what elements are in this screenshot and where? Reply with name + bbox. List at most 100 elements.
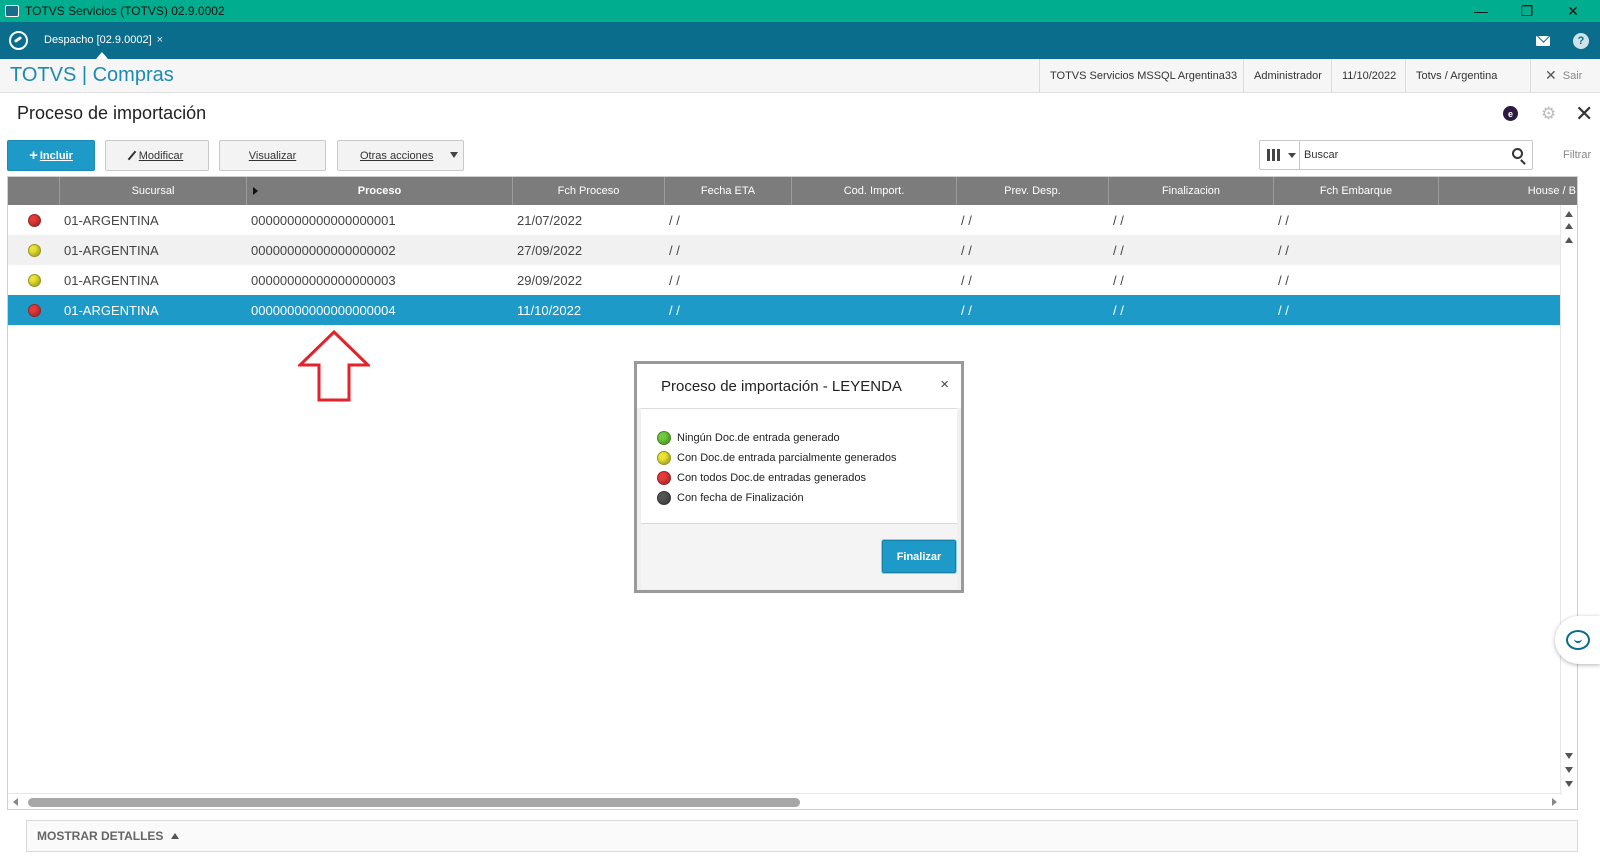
- incluir-button[interactable]: + Incluir: [7, 140, 95, 171]
- cell-status: [8, 265, 60, 295]
- chevron-down-icon: [1288, 152, 1296, 158]
- chat-widget[interactable]: [1555, 616, 1600, 664]
- environment-info[interactable]: TOTVS Servicios MSSQL Argentina33: [1039, 59, 1247, 92]
- cell-cod-import: [792, 205, 957, 235]
- col-header-cod-import[interactable]: Cod. Import.: [792, 177, 957, 205]
- col-header-proceso[interactable]: Proceso: [247, 177, 513, 205]
- date-info[interactable]: 11/10/2022: [1331, 59, 1406, 92]
- modificar-button[interactable]: Modificar: [105, 140, 209, 171]
- scroll-top-icon[interactable]: [1565, 211, 1573, 217]
- cell-status: [8, 295, 60, 325]
- mail-icon: [1536, 35, 1550, 46]
- search-input[interactable]: [1304, 145, 1504, 165]
- scroll-bottom-icon[interactable]: [1565, 781, 1573, 787]
- scroll-up-icon[interactable]: [1565, 223, 1573, 229]
- cell-sucursal: 01-ARGENTINA: [64, 302, 159, 318]
- cell-house: [1439, 265, 1577, 295]
- filtrar-link[interactable]: Filtrar: [1563, 149, 1591, 161]
- cell-fch-embarque: / /: [1278, 272, 1289, 288]
- cell-finalizacion: / /: [1113, 242, 1124, 258]
- mostrar-detalles-button[interactable]: MOSTRAR DETALLES: [26, 820, 1578, 852]
- red-status-icon: [27, 213, 41, 227]
- scroll-left-icon[interactable]: [13, 798, 18, 806]
- cell-sucursal: 01-ARGENTINA: [64, 242, 159, 258]
- col-header-sucursal[interactable]: Sucursal: [60, 177, 247, 205]
- close-page-icon[interactable]: ✕: [1575, 101, 1593, 127]
- scroll-page-up-icon[interactable]: [1565, 237, 1573, 243]
- cell-proceso: 00000000000000000002: [251, 242, 396, 258]
- tab-label: Despacho [02.9.0002]: [44, 33, 152, 46]
- e-badge-icon[interactable]: e: [1503, 106, 1518, 121]
- gray-status-icon: [657, 491, 671, 505]
- module-header: TOTVS | Compras TOTVS Servicios MSSQL Ar…: [0, 59, 1600, 93]
- window-title-bar: TOTVS Servicios (TOTVS) 02.9.0002 — ❐ ✕: [0, 0, 1600, 22]
- col-header-fecha-eta[interactable]: Fecha ETA: [665, 177, 792, 205]
- horizontal-scrollbar[interactable]: [8, 793, 1562, 809]
- cell-cod-import: [792, 235, 957, 265]
- restore-button[interactable]: ❐: [1504, 0, 1550, 22]
- table-row[interactable]: 01-ARGENTINA 00000000000000000002 27/09/20…: [8, 235, 1577, 265]
- legend-item-gray: Con fecha de Finalización: [657, 489, 804, 507]
- yellow-status-icon: [27, 273, 41, 287]
- tab-bar: Despacho [02.9.0002] × ?: [0, 22, 1600, 59]
- table-row[interactable]: 01-ARGENTINA 00000000000000000003 29/09/20…: [8, 265, 1577, 295]
- logout-button[interactable]: ✕ Sair: [1530, 59, 1582, 92]
- minimize-button[interactable]: —: [1458, 0, 1504, 22]
- vertical-scrollbar[interactable]: [1560, 205, 1577, 793]
- help-button[interactable]: ?: [1565, 22, 1597, 59]
- chat-icon: [1565, 630, 1590, 650]
- company-info[interactable]: Totvs / Argentina: [1405, 59, 1507, 92]
- search-box: [1259, 140, 1533, 170]
- chevron-up-icon: [171, 833, 180, 839]
- module-brand: TOTVS | Compras: [10, 64, 174, 86]
- help-icon: ?: [1573, 32, 1589, 49]
- cell-prev-desp: / /: [961, 272, 972, 288]
- scroll-down-icon[interactable]: [1565, 767, 1573, 773]
- app-icon: [5, 5, 19, 17]
- table-row[interactable]: 01-ARGENTINA 00000000000000000004 11/10/20…: [8, 295, 1577, 325]
- gear-icon[interactable]: ⚙: [1541, 104, 1556, 124]
- col-header-fch-proceso[interactable]: Fch Proceso: [513, 177, 665, 205]
- window-close-button[interactable]: ✕: [1550, 0, 1596, 22]
- close-icon: ✕: [1545, 67, 1557, 83]
- cell-prev-desp: / /: [961, 242, 972, 258]
- otras-acciones-button[interactable]: Otras acciones: [337, 140, 464, 171]
- table-row[interactable]: 01-ARGENTINA 00000000000000000001 21/07/20…: [8, 205, 1577, 235]
- pencil-icon: [127, 150, 136, 161]
- cell-proceso: 00000000000000000004: [251, 302, 396, 318]
- horizontal-scroll-thumb[interactable]: [28, 798, 800, 807]
- col-header-status[interactable]: [8, 177, 60, 205]
- search-icon[interactable]: [1512, 148, 1523, 159]
- cell-house: [1439, 295, 1577, 325]
- yellow-status-icon: [657, 451, 671, 465]
- cell-proceso: 00000000000000000003: [251, 272, 396, 288]
- columns-button[interactable]: [1260, 141, 1300, 169]
- col-header-prev-desp[interactable]: Prev. Desp.: [957, 177, 1109, 205]
- cell-cod-import: [792, 295, 957, 325]
- visualizar-button[interactable]: Visualizar: [219, 140, 326, 171]
- scroll-right-icon[interactable]: [1552, 798, 1557, 806]
- finalizar-button[interactable]: Finalizar: [882, 540, 956, 573]
- totvs-logo-icon[interactable]: [9, 31, 28, 50]
- cell-fch-proceso: 29/09/2022: [517, 272, 583, 288]
- cell-status: [8, 205, 60, 235]
- col-header-fch-embarque[interactable]: Fch Embarque: [1274, 177, 1439, 205]
- scroll-page-down-icon[interactable]: [1565, 753, 1573, 759]
- cell-sucursal: 01-ARGENTINA: [64, 212, 159, 228]
- dialog-close-icon[interactable]: ×: [940, 376, 949, 393]
- window-title: TOTVS Servicios (TOTVS) 02.9.0002: [25, 4, 225, 18]
- mail-button[interactable]: [1527, 22, 1559, 59]
- plus-icon: +: [29, 147, 38, 164]
- tab-close-icon[interactable]: ×: [157, 34, 163, 46]
- cell-fch-embarque: / /: [1278, 242, 1289, 258]
- user-info[interactable]: Administrador: [1243, 59, 1332, 92]
- col-header-finalizacion[interactable]: Finalizacion: [1109, 177, 1274, 205]
- cell-fecha-eta: / /: [669, 212, 680, 228]
- legend-list: Ningún Doc.de entrada generado Con Doc.d…: [641, 408, 957, 523]
- legend-item-red: Con todos Doc.de entradas generados: [657, 469, 866, 487]
- grid-header: Sucursal Proceso Fch Proceso Fecha ETA C…: [8, 177, 1577, 205]
- col-header-house[interactable]: House / B: [1439, 177, 1577, 205]
- cell-prev-desp: / /: [961, 212, 972, 228]
- cell-fch-proceso: 27/09/2022: [517, 242, 583, 258]
- page-title: Proceso de importación: [17, 103, 207, 123]
